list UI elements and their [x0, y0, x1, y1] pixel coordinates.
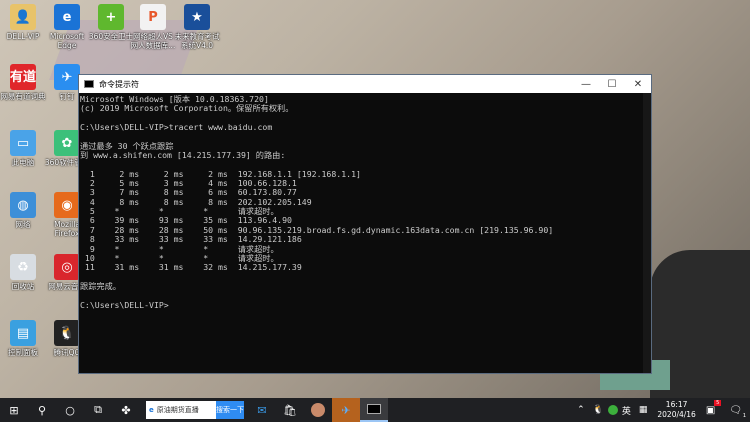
app-icon: 🐧: [54, 320, 80, 346]
desktop-icon[interactable]: P 网络超人VS 网人数据库...: [130, 4, 176, 50]
keyboard-icon[interactable]: ▦: [639, 405, 648, 415]
app-icon: ▭: [10, 130, 36, 156]
rtt-3: 32 ms: [203, 262, 228, 273]
hop-row: 8 33 ms 33 ms 33 ms 14.29.121.186: [80, 234, 650, 244]
app-icon: ✿: [54, 130, 80, 156]
hop-host: 14.215.177.39: [237, 262, 302, 273]
search-submit-button[interactable]: 搜索一下: [216, 401, 244, 419]
console-line: (c) 2019 Microsoft Corporation。保留所有权利。: [80, 103, 294, 114]
search-icon: ⚲: [37, 403, 47, 417]
desktop-icon[interactable]: ▤ 控制面板: [0, 320, 46, 357]
desktop-icon-label: 360安全卫士: [88, 32, 134, 41]
circle-icon: ○: [65, 403, 75, 417]
desktop-icon-label: 此电脑: [11, 158, 35, 167]
search-button[interactable]: ⚲: [28, 398, 56, 422]
mail-icon: ✉: [257, 403, 267, 417]
scrollbar[interactable]: [643, 93, 651, 373]
notification-app-icon[interactable]: ▣ 5: [706, 399, 722, 416]
notification-badge: 5: [714, 399, 722, 406]
desktop-icon-label: 控制面板: [8, 348, 38, 357]
search-text: 原油期货直播: [156, 406, 199, 414]
web-search-input[interactable]: e 原油期货直播: [146, 401, 216, 419]
app-icon: ◉: [54, 192, 80, 218]
app-icon: 👤: [10, 4, 36, 30]
avatar-icon: [311, 403, 325, 417]
edge-icon: e: [149, 406, 154, 414]
task-view-icon: ⧉: [94, 403, 102, 416]
chevron-up-icon[interactable]: ⌃: [577, 405, 585, 415]
console-output[interactable]: Microsoft Windows [版本 10.0.18363.720] (c)…: [79, 93, 651, 312]
desktop-icon-label: 网易有道词典: [0, 92, 46, 101]
store-icon: 🛍: [283, 403, 297, 417]
mail-button[interactable]: ✉: [248, 398, 276, 422]
app-icon: +: [98, 4, 124, 30]
tray-app-icon[interactable]: 🐧: [593, 405, 604, 415]
desktop-icon[interactable]: ♻ 回收站: [0, 254, 46, 291]
app-icon: ▤: [10, 320, 36, 346]
task-view-button[interactable]: ⧉: [84, 398, 112, 422]
desktop-icon[interactable]: ▭ 此电脑: [0, 130, 46, 167]
desktop-icon-label: 未来教育考试 系统V4.0: [174, 32, 220, 50]
hop-row: 9 * * * 请求超时。: [80, 244, 650, 254]
app-icon: e: [54, 4, 80, 30]
desktop-icon-label: 网络超人VS 网人数据库...: [130, 32, 176, 50]
trace-complete: 跟踪完成。: [80, 280, 121, 291]
desktop-icon[interactable]: 有道 网易有道词典: [0, 64, 46, 101]
app-icon: ◍: [10, 192, 36, 218]
desktop-icon-label: 回收站: [11, 282, 35, 291]
desktop-icon[interactable]: ★ 未来教育考试 系统V4.0: [174, 4, 220, 50]
app-button[interactable]: ✤: [112, 398, 140, 422]
store-button[interactable]: 🛍: [276, 398, 304, 422]
desktop-icon-label: 网络: [15, 220, 31, 229]
rtt-1: 31 ms: [114, 262, 140, 273]
app-icon: ✈: [54, 64, 80, 90]
fan-icon: ✤: [121, 403, 131, 417]
title-bar[interactable]: 命令提示符 — ☐ ✕: [79, 75, 651, 93]
app-icon: 有道: [10, 64, 36, 90]
cmd-taskbar-button[interactable]: [360, 398, 388, 422]
app-icon: ★: [184, 4, 210, 30]
desktop-icon[interactable]: 👤 DELL-VIP: [0, 4, 46, 41]
app-icon: ◎: [54, 254, 80, 280]
rtt-2: 31 ms: [158, 262, 184, 273]
action-center-count: 1: [742, 412, 746, 419]
desktop-icon[interactable]: ◍ 网络: [0, 192, 46, 229]
app-icon: P: [140, 4, 166, 30]
time: 16:17: [665, 400, 688, 409]
app-icon: ♻: [10, 254, 36, 280]
desktop-icon[interactable]: +360安全卫士: [88, 4, 134, 41]
hop-row: 11 31 ms 31 ms 32 ms 14.215.177.39: [80, 262, 650, 273]
console-line: C:\Users\DELL-VIP>tracert www.baidu.com: [80, 122, 273, 133]
ime-indicator[interactable]: 英: [622, 404, 631, 417]
action-center-icon[interactable]: 🗨 1: [729, 405, 746, 419]
window-title: 命令提示符: [99, 79, 139, 89]
start-button[interactable]: ⊞: [0, 398, 28, 422]
clock[interactable]: 16:17 2020/4/16: [657, 400, 695, 420]
app-avatar-button[interactable]: [304, 398, 332, 422]
taskbar: ⊞ ⚲ ○ ⧉ ✤ e 原油期货直播 搜索一下 ✉ 🛍 ✈ ⌃ 🐧 英 ▦ 16:…: [0, 398, 750, 422]
dingtalk-icon: ✈: [341, 403, 351, 417]
desktop-icon[interactable]: e Microsoft Edge: [44, 4, 90, 50]
desktop-icon-label: DELL-VIP: [6, 32, 40, 41]
cmd-icon: [84, 80, 94, 88]
maximize-button[interactable]: ☐: [599, 79, 625, 90]
360-tray-icon[interactable]: [607, 405, 618, 415]
desktop-icon-label: Microsoft Edge: [49, 32, 85, 50]
cmd-window[interactable]: 命令提示符 — ☐ ✕ Microsoft Windows [版本 10.0.1…: [78, 74, 652, 374]
hop-row: 48 ms 8 ms 8 ms 202.102.205.149: [80, 197, 650, 207]
close-button[interactable]: ✕: [625, 79, 651, 90]
minimize-button[interactable]: —: [573, 79, 599, 90]
console-line: 到 www.a.shifen.com [14.215.177.39] 的路由:: [80, 150, 286, 161]
prompt: C:\Users\DELL-VIP>: [80, 299, 169, 310]
windows-icon: ⊞: [9, 403, 19, 417]
dingtalk-button[interactable]: ✈: [332, 398, 360, 422]
cmd-icon: [367, 404, 381, 414]
date: 2020/4/16: [657, 410, 696, 419]
cortana-button[interactable]: ○: [56, 398, 84, 422]
